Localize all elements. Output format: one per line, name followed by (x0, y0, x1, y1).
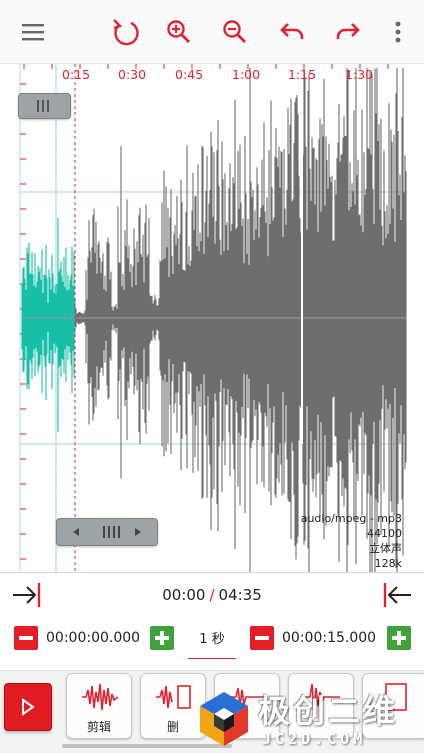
selection-end-time[interactable]: 00:00:15.000 (282, 630, 376, 646)
audio-channels: 立体声 (369, 542, 402, 555)
waveform-view[interactable]: 0:15 0:30 0:45 1:00 1:15 1:30 audio/mpeg… (0, 64, 424, 572)
minus-icon (255, 636, 269, 640)
jump-to-end-button[interactable] (380, 579, 416, 611)
time-separator: / (209, 586, 215, 604)
zoom-out-icon[interactable] (215, 12, 255, 52)
watermark-domain: JC2D.COM (262, 730, 367, 748)
start-decrease-button[interactable] (14, 626, 38, 650)
playback-time: 00:00/04:35 (0, 586, 424, 604)
scroll-grip-icon (73, 526, 141, 538)
reload-icon[interactable] (106, 12, 146, 52)
audio-format: audio/mpeg - mp3 (300, 512, 402, 525)
grip-icon (36, 100, 49, 112)
timeline-label: 0:15 (62, 67, 91, 82)
watermark-title: 极创二维 (258, 692, 399, 730)
play-icon (22, 698, 35, 716)
selection-range-row: 00:00:00.000 1 秒 00:00:15.000 (0, 620, 424, 660)
end-decrease-button[interactable] (250, 626, 274, 650)
plus-icon (392, 631, 406, 645)
top-toolbar (0, 0, 424, 64)
current-time: 00:00 (162, 586, 206, 604)
end-increase-button[interactable] (387, 626, 411, 650)
timeline-label: 1:15 (288, 67, 317, 82)
horizontal-scroll-handle[interactable] (56, 518, 158, 546)
timeline-label: 0:30 (118, 67, 147, 82)
total-time: 04:35 (218, 586, 262, 604)
menu-icon[interactable] (13, 12, 53, 52)
audio-bitrate: 128k (374, 557, 402, 570)
minus-icon (19, 636, 33, 640)
arrow-to-line-left-icon (383, 583, 411, 607)
undo-icon[interactable] (272, 12, 312, 52)
plus-icon (155, 631, 169, 645)
timeline-label: 1:00 (232, 67, 261, 82)
start-increase-button[interactable] (150, 626, 174, 650)
trim-wave-icon (82, 683, 119, 711)
timeline-label: 0:45 (175, 67, 204, 82)
position-row: 00:00/04:35 (0, 572, 424, 618)
waveform-canvas (19, 64, 407, 572)
selection-start-handle[interactable] (18, 93, 71, 119)
play-button[interactable] (4, 683, 52, 731)
zoom-in-icon[interactable] (159, 12, 199, 52)
tool-trim[interactable]: 剪辑 (66, 673, 132, 739)
timeline-label: 1:30 (345, 67, 374, 82)
selection-start-time[interactable]: 00:00:00.000 (46, 630, 140, 646)
logo-cube-icon (200, 692, 248, 746)
step-underline (188, 658, 236, 659)
tool-label: 剪辑 (86, 720, 111, 734)
audio-info: audio/mpeg - mp3 44100 立体声 128k (301, 511, 402, 571)
audio-sample-rate: 44100 (367, 527, 402, 540)
step-size-selector[interactable]: 1 秒 (188, 628, 236, 647)
redo-icon[interactable] (328, 12, 368, 52)
more-vert-icon[interactable] (378, 12, 418, 52)
watermark: 极创二维 JC2D.COM (180, 682, 424, 753)
